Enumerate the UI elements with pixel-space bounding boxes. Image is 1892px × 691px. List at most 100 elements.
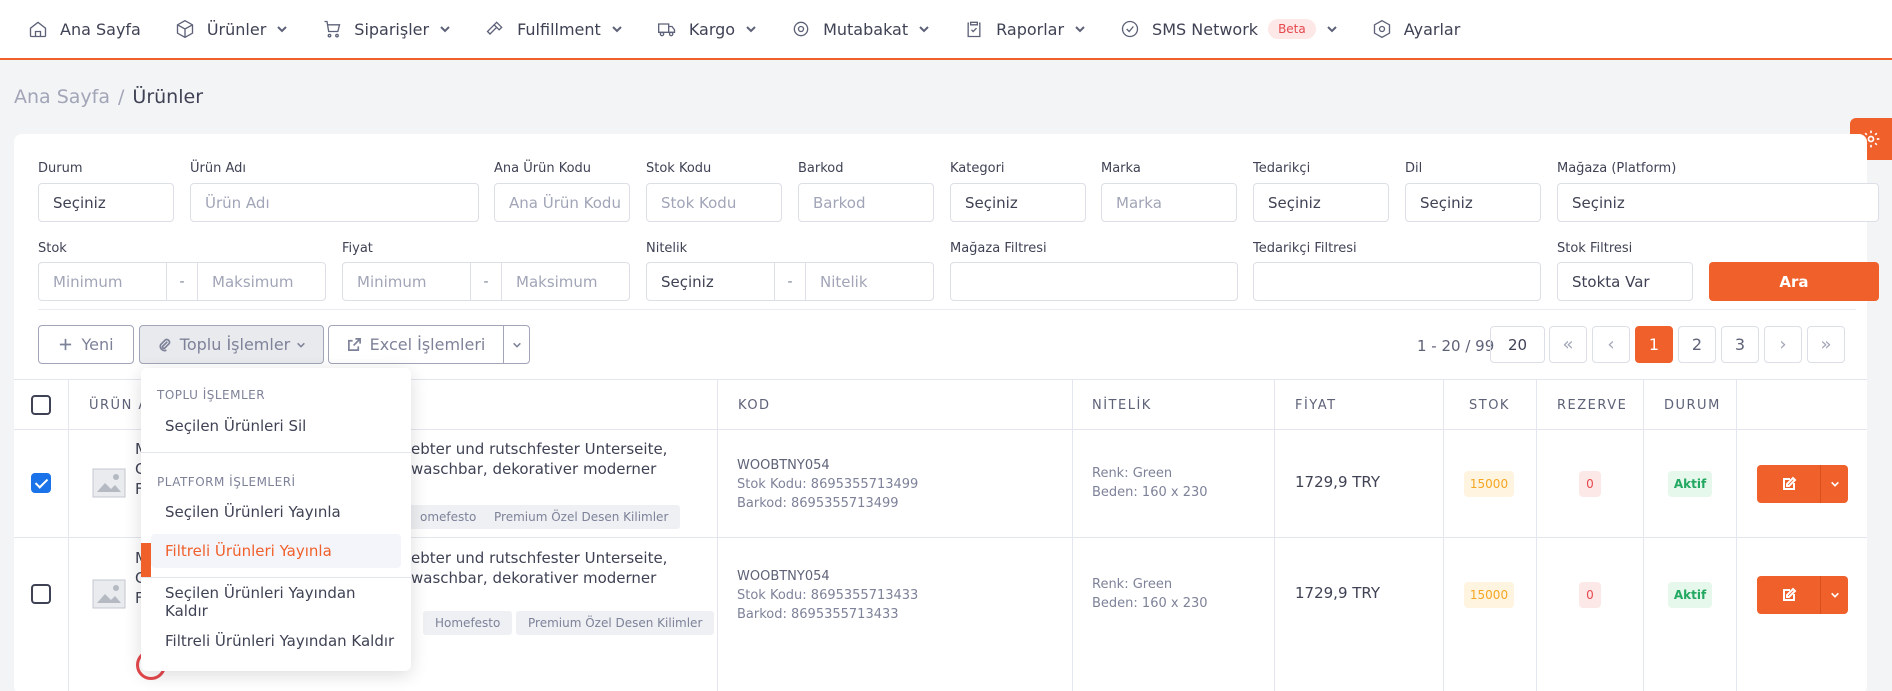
tedarikci-label: Tedarikçi (1253, 161, 1311, 176)
page-size-input[interactable]: 20 (1490, 326, 1545, 363)
magaza-filtresi-input[interactable] (950, 262, 1238, 301)
urun-adi-input[interactable]: Ürün Adı (190, 183, 479, 222)
chevron-down-icon (1075, 26, 1085, 33)
chevron-down-icon (277, 26, 287, 33)
edit-button[interactable] (1757, 465, 1821, 503)
magaza-select[interactable]: Seçiniz (1557, 183, 1879, 222)
durum-select[interactable]: Seçiniz (38, 183, 174, 222)
beta-badge: Beta (1268, 19, 1316, 39)
next-page-button[interactable]: › (1764, 326, 1802, 363)
excel-dropdown-toggle[interactable] (503, 325, 530, 364)
ana-urun-kodu-label: Ana Ürün Kodu (494, 161, 592, 176)
stok-kodu-input[interactable]: Stok Kodu (646, 183, 782, 222)
edit-icon (1783, 587, 1797, 601)
header-kod: KOD (738, 397, 771, 413)
nav-kargo[interactable]: Kargo (657, 0, 757, 59)
nitelik-select[interactable]: Seçiniz (646, 262, 775, 301)
stok-kodu-value: Stok Kodu: 8695355713433 (737, 588, 919, 603)
unpublish-selected-item[interactable]: Seçilen Ürünleri Yayından Kaldır (151, 584, 401, 620)
status-badge: Aktif (1668, 582, 1712, 608)
nav-urunler[interactable]: Ürünler (175, 0, 288, 59)
price: 1729,9 TRY (1295, 473, 1381, 491)
edit-icon (1783, 476, 1797, 490)
select-all-checkbox[interactable] (31, 395, 51, 415)
range-separator: - (471, 262, 501, 301)
nav-label: Mutabakat (823, 19, 909, 39)
chevron-down-icon (746, 26, 756, 33)
publish-selected-item[interactable]: Seçilen Ürünleri Yayınla (151, 495, 401, 529)
chevron-down-icon (1830, 481, 1839, 487)
nav-ana-sayfa[interactable]: Ana Sayfa (28, 0, 141, 59)
nav-label: Fulfillment (517, 19, 601, 39)
first-page-button[interactable]: « (1549, 326, 1587, 363)
excel-actions-button[interactable]: Excel İşlemleri (328, 325, 504, 364)
row-actions-dropdown[interactable] (1820, 576, 1848, 614)
bulk-actions-label: Toplu İşlemler (179, 335, 291, 354)
image-placeholder-icon (92, 468, 126, 498)
nav-ayarlar[interactable]: Ayarlar (1372, 0, 1461, 59)
marka-input[interactable]: Marka (1101, 183, 1237, 222)
product-name-line: waschbar, dekorativer moderner (411, 569, 657, 587)
dil-select[interactable]: Seçiniz (1405, 183, 1541, 222)
nav-sms-network[interactable]: SMS Network Beta (1120, 0, 1338, 59)
stok-filtresi-label: Stok Filtresi (1557, 241, 1633, 256)
urun-adi-label: Ürün Adı (190, 161, 246, 176)
header-stok: STOK (1469, 397, 1510, 413)
nav-raporlar[interactable]: Raporlar (964, 0, 1086, 59)
barkod-value: Barkod: 8695355713433 (737, 607, 899, 622)
stok-max-input[interactable]: Maksimum (197, 262, 326, 301)
last-page-button[interactable]: » (1807, 326, 1845, 363)
nav-label: Ayarlar (1403, 19, 1461, 39)
product-name-line: ebter und rutschfester Unterseite, (411, 549, 668, 567)
page-button-3[interactable]: 3 (1721, 326, 1759, 363)
row-checkbox[interactable] (31, 584, 51, 604)
barkod-value: Barkod: 8695355713499 (737, 496, 899, 511)
new-button[interactable]: Yeni (38, 325, 134, 364)
durum-label: Durum (38, 161, 83, 176)
nav-label: Ürünler (206, 19, 267, 39)
row-checkbox[interactable] (31, 473, 51, 493)
nav-fulfillment[interactable]: Fulfillment (485, 0, 623, 59)
publish-filtered-item[interactable]: Filtreli Ürünleri Yayınla (151, 534, 401, 568)
range-separator: - (775, 262, 805, 301)
hammer-icon (486, 21, 503, 35)
row-actions-dropdown[interactable] (1820, 465, 1848, 503)
unpublish-filtered-item[interactable]: Filtreli Ürünleri Yayından Kaldır (151, 624, 401, 658)
bulk-actions-menu: TOPLU İŞLEMLER Seçilen Ürünleri Sil PLAT… (141, 368, 411, 671)
barkod-label: Barkod (798, 161, 844, 176)
prev-page-button[interactable]: ‹ (1592, 326, 1630, 363)
header-urun: ÜRÜN A (89, 397, 149, 413)
divider (38, 309, 1856, 310)
chevron-down-icon (1830, 592, 1839, 598)
stock-badge: 15000 (1464, 582, 1514, 608)
chevron-down-icon (512, 342, 521, 348)
magaza-filtresi-label: Mağaza Filtresi (950, 241, 1047, 256)
category-tag: Premium Özel Desen Kilimler (516, 611, 715, 635)
tedarikci-select[interactable]: Seçiniz (1253, 183, 1389, 222)
check-circle-icon (1121, 20, 1139, 38)
nitelik-label: Nitelik (646, 241, 688, 256)
breadcrumb-home[interactable]: Ana Sayfa (14, 86, 110, 108)
page-button-1[interactable]: 1 (1635, 326, 1673, 363)
fiyat-min-input[interactable]: Minimum (342, 262, 471, 301)
bulk-actions-button[interactable]: Toplu İşlemler (139, 325, 324, 364)
kategori-select[interactable]: Seçiniz (950, 183, 1086, 222)
nav-siparisler[interactable]: Siparişler (322, 0, 451, 59)
delete-selected-item[interactable]: Seçilen Ürünleri Sil (151, 409, 401, 443)
nav-label: Kargo (688, 19, 736, 39)
stok-filtresi-select[interactable]: Stokta Var (1557, 262, 1693, 301)
product-code: WOOBTNY054 Stok Kodu: 8695355713433 Bark… (737, 567, 918, 624)
nav-mutabakat[interactable]: Mutabakat (791, 0, 930, 59)
barkod-input[interactable]: Barkod (798, 183, 934, 222)
stok-min-input[interactable]: Minimum (38, 262, 167, 301)
edit-button[interactable] (1757, 576, 1821, 614)
nitelik-input[interactable]: Nitelik (805, 262, 934, 301)
fiyat-max-input[interactable]: Maksimum (501, 262, 630, 301)
header-durum: DURUM (1664, 397, 1721, 413)
page-button-2[interactable]: 2 (1678, 326, 1716, 363)
menu-section-platform: PLATFORM İŞLEMLERİ (157, 475, 296, 489)
tedarikci-filtresi-input[interactable] (1253, 262, 1541, 301)
ana-urun-kodu-input[interactable]: Ana Ürün Kodu (494, 183, 630, 222)
settings-icon (793, 21, 809, 37)
search-button[interactable]: Ara (1709, 262, 1879, 301)
